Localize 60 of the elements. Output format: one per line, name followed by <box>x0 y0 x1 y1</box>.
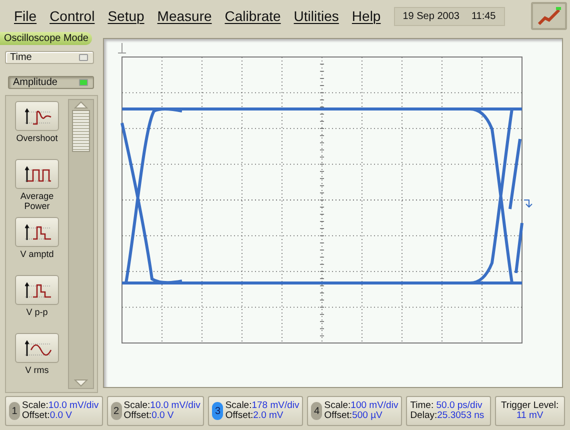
channel-button[interactable]: 2 Scale:10.0 mV/div Offset:0.0 V <box>106 396 204 426</box>
menu-item[interactable]: Control <box>50 8 95 24</box>
menu-item[interactable]: Measure <box>157 8 212 24</box>
menu-item[interactable]: Setup <box>108 8 144 24</box>
channel-button[interactable]: 3 Scale:178 mV/div Offset:2.0 mV <box>208 396 304 426</box>
channel-button[interactable]: 1 Scale:10.0 mV/div Offset:0.0 V <box>5 396 103 426</box>
channel-number: 3 <box>212 402 224 420</box>
timebase-button[interactable]: Time: 50.0 ps/div Delay:25.3053 ns <box>406 396 491 426</box>
measurement-button[interactable] <box>15 333 59 363</box>
delay-label: Delay: <box>410 410 438 421</box>
time-value: 50.0 ps/div <box>436 400 482 411</box>
date-time-display: 19 Sep 2003 11:45 <box>394 6 505 26</box>
measurement-button[interactable] <box>15 101 59 131</box>
ground-marker-icon <box>118 42 126 54</box>
offset-label: Offset: <box>225 410 254 421</box>
category-button[interactable]: Time <box>5 51 94 64</box>
measurement-button[interactable] <box>15 159 59 189</box>
scale-label: Scale: <box>225 400 252 411</box>
menu-item[interactable]: Utilities <box>294 8 339 24</box>
scale-value: 10.0 mV/div <box>48 400 99 411</box>
offset-label: Offset: <box>324 410 352 421</box>
channel-number: 2 <box>110 402 122 420</box>
offset-value: 0.0 V <box>152 410 174 421</box>
delay-value: 25.3053 ns <box>437 410 484 421</box>
scale-label: Scale: <box>124 400 150 411</box>
offset-label: Offset: <box>124 410 152 421</box>
trigger-value: 11 mV <box>516 411 544 421</box>
trigger-button[interactable]: Trigger Level: 11 mV <box>494 396 565 426</box>
touch-screen-button[interactable] <box>530 2 567 30</box>
indicator-led <box>79 54 88 61</box>
measurement-label: V amptd <box>19 249 55 259</box>
measurement-button[interactable] <box>15 275 59 305</box>
offset-value: 0.0 V <box>50 410 72 421</box>
channel-number: 4 <box>311 402 322 420</box>
indicator-led <box>79 79 88 86</box>
menu-item[interactable]: Calibrate <box>224 8 281 24</box>
menu-item[interactable]: File <box>14 8 37 24</box>
scale-value: 10.0 mV/div <box>150 400 200 411</box>
measurement-button[interactable] <box>15 217 59 247</box>
offset-label: Offset: <box>22 410 50 421</box>
scale-label: Scale: <box>22 400 48 411</box>
time-label: Time: <box>410 400 434 411</box>
scrollbar[interactable] <box>68 99 94 389</box>
scale-label: Scale: <box>324 400 351 411</box>
scroll-thumb[interactable] <box>72 110 90 152</box>
offset-value: 500 µV <box>352 410 382 421</box>
channel-number: 1 <box>9 402 20 420</box>
offset-value: 2.0 mV <box>253 410 284 421</box>
measurement-label: Average Power <box>19 191 55 211</box>
category-button[interactable]: Amplitude <box>8 76 94 89</box>
scale-value: 178 mV/div <box>252 400 300 411</box>
mode-label: Oscilloscope Mode <box>0 32 92 45</box>
channel-button[interactable]: 4 Scale:100 mV/div Offset:500 µV <box>307 396 402 426</box>
measurement-label: V rms <box>24 365 50 375</box>
trigger-marker-icon <box>524 200 532 208</box>
measurement-label: Overshoot <box>15 133 59 143</box>
trigger-label: Trigger Level: <box>500 401 559 411</box>
scale-value: 100 mV/div <box>350 400 398 411</box>
measurement-label: V p-p <box>25 307 49 317</box>
menu-item[interactable]: Help <box>352 8 381 24</box>
